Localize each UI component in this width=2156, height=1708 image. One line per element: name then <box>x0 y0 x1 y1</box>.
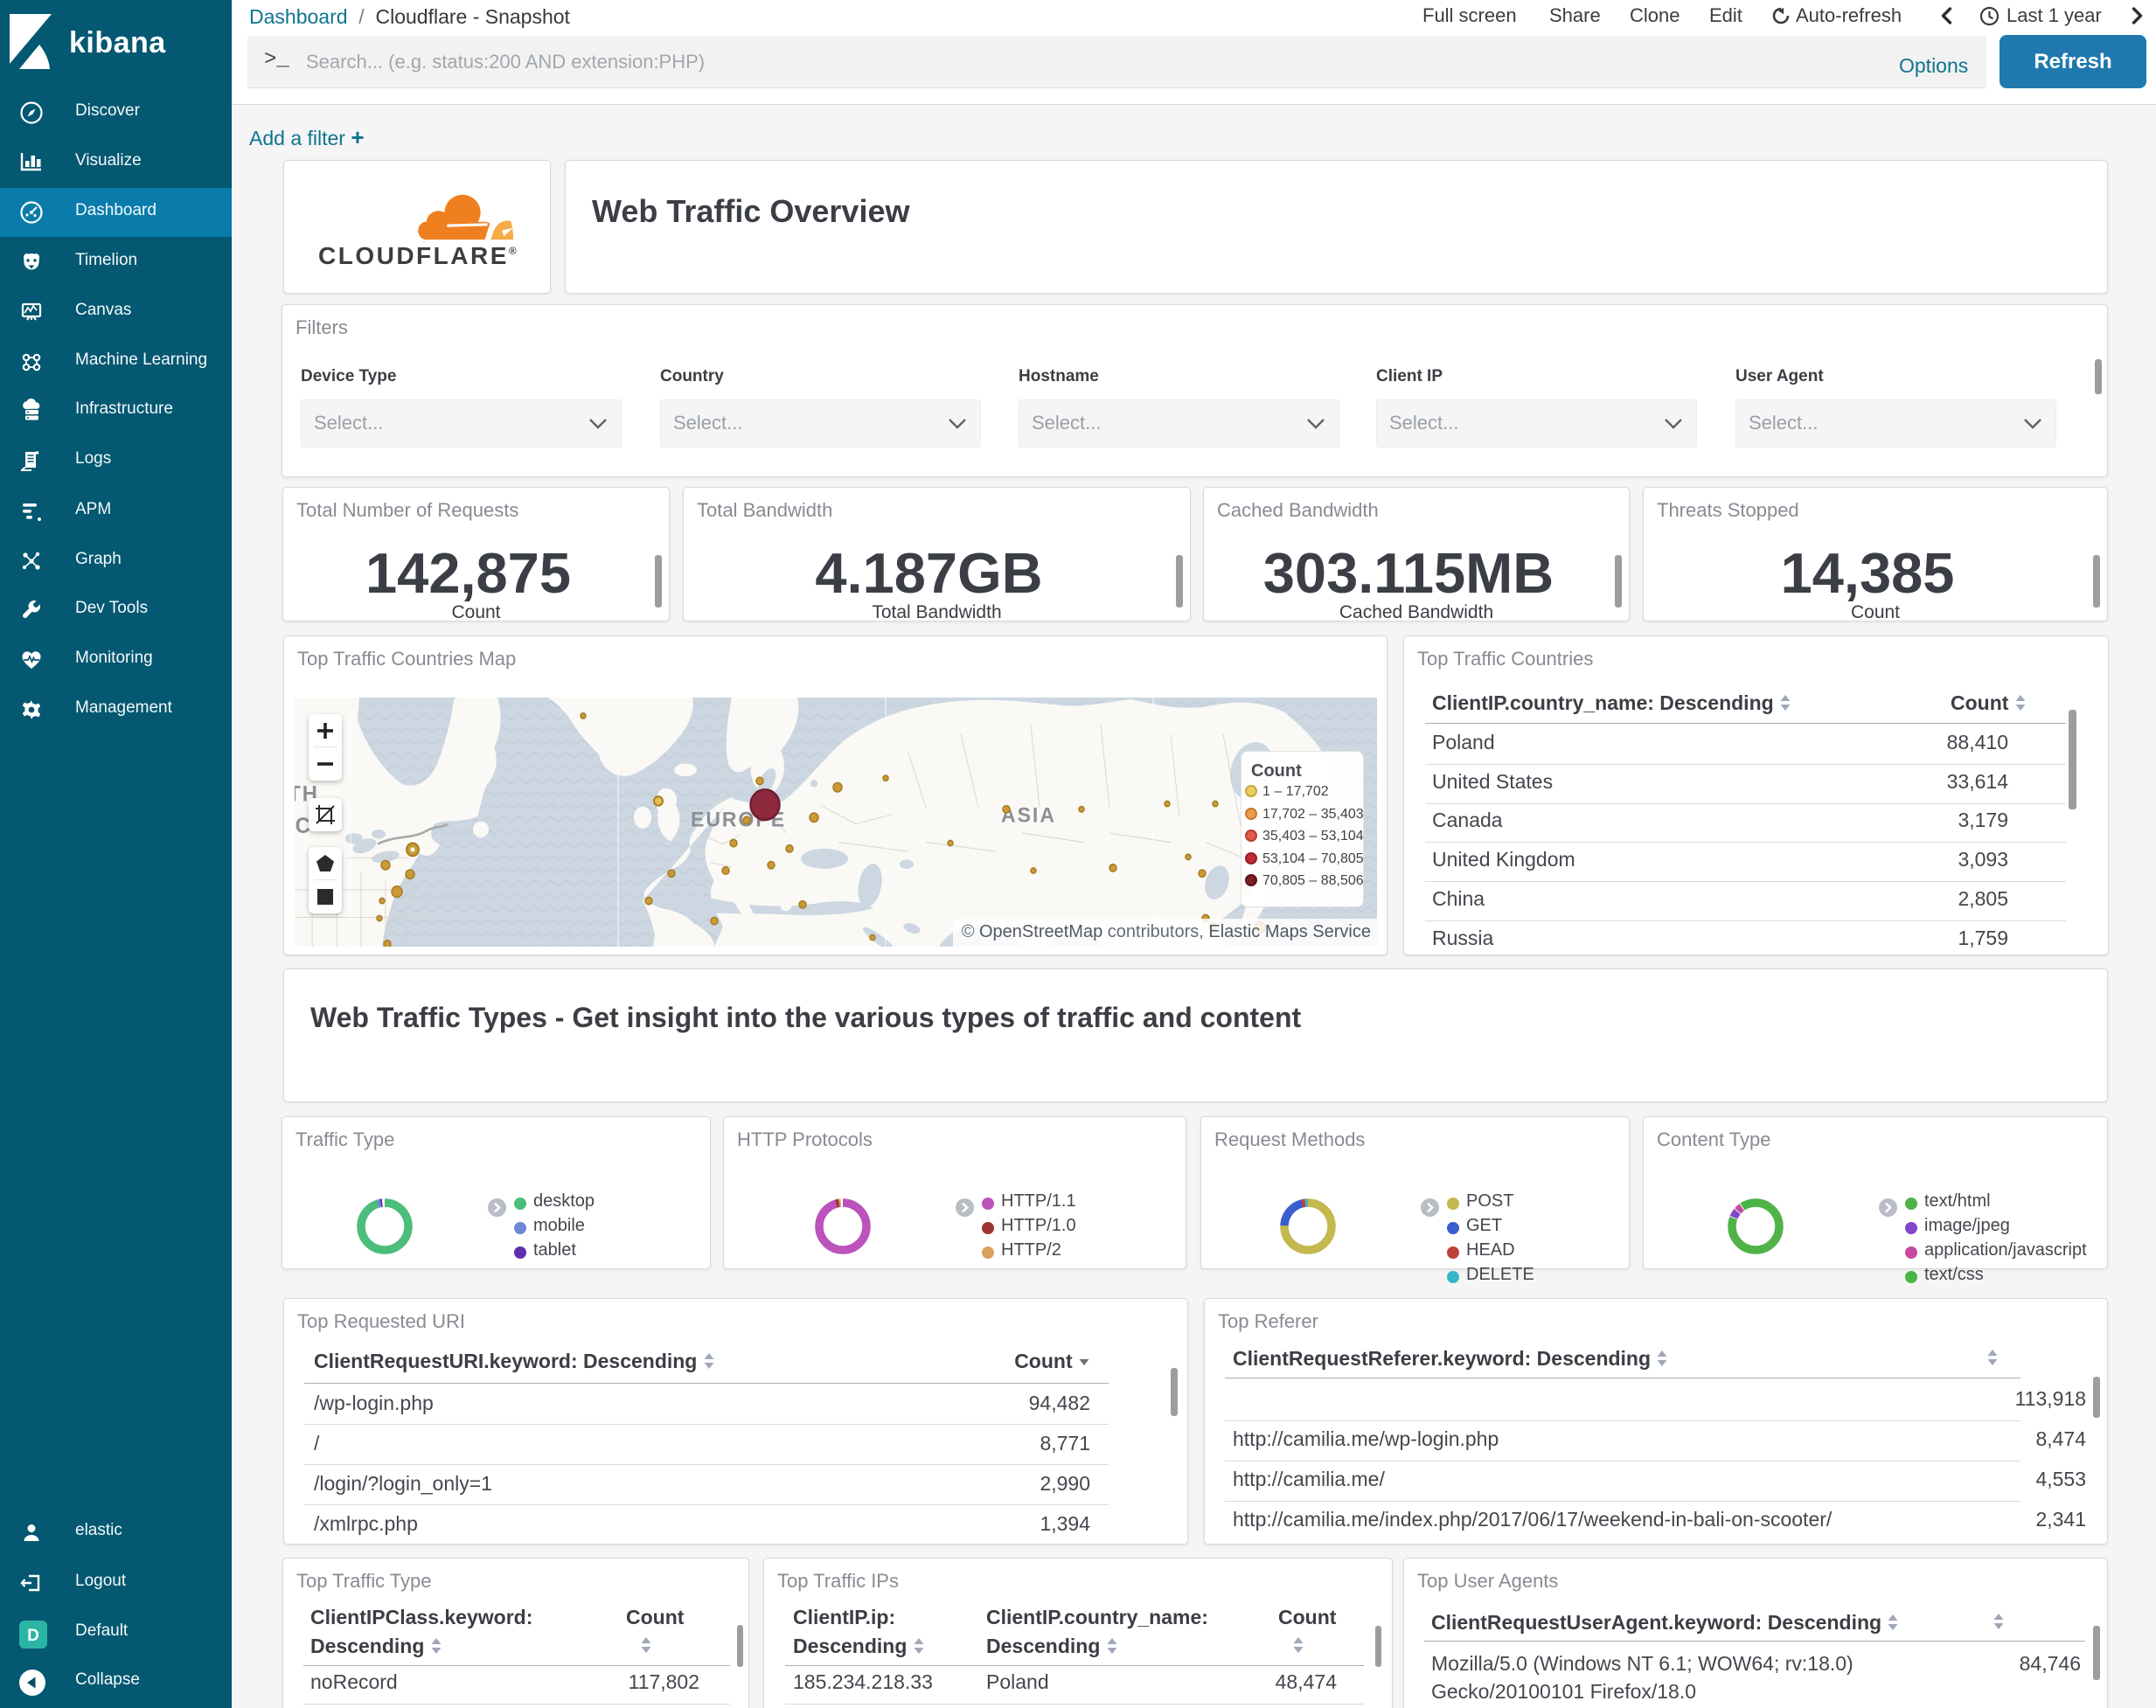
svg-text:D: D <box>27 1627 39 1645</box>
